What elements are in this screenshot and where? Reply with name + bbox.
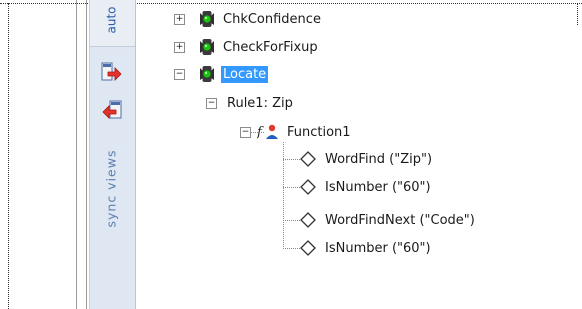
collapse-icon[interactable]: − — [240, 126, 251, 138]
node-label: Locate — [221, 65, 269, 83]
selection-frame-top — [0, 3, 582, 4]
tree-node-locate[interactable]: − Locate — [174, 63, 269, 85]
arrow-left-icon — [102, 100, 122, 119]
arrow-right-icon — [101, 62, 122, 81]
collapse-icon[interactable]: − — [206, 97, 217, 109]
tree-connector — [283, 187, 300, 188]
panel-divider — [76, 0, 77, 309]
auto-tab[interactable]: auto — [90, 0, 135, 47]
tree-node-call[interactable]: IsNumber ("60") — [300, 176, 433, 198]
tree-node-chkconfidence[interactable]: + ChkConfidence — [174, 8, 323, 30]
tree-connector — [283, 159, 300, 160]
tree-connector — [251, 132, 264, 133]
tree-node-rule1[interactable]: − Rule1: Zip — [206, 92, 295, 114]
tree-node-checkforfixup[interactable]: + CheckForFixup — [174, 36, 320, 58]
node-label: ChkConfidence — [223, 11, 321, 27]
expand-icon[interactable]: + — [174, 41, 185, 53]
traffic-light-icon — [200, 39, 214, 55]
tree-node-call[interactable]: WordFindNext ("Code") — [300, 209, 477, 231]
diamond-icon — [300, 240, 316, 256]
node-label: WordFindNext ("Code") — [325, 212, 475, 228]
node-label: Rule1: Zip — [227, 95, 293, 111]
diamond-icon — [300, 179, 316, 195]
tree-connector — [283, 220, 300, 221]
selection-frame-right — [577, 3, 578, 25]
collapse-icon[interactable]: − — [174, 68, 185, 80]
traffic-light-icon — [200, 66, 214, 82]
sync-back-button[interactable] — [100, 100, 124, 120]
traffic-light-icon — [200, 11, 214, 27]
sync-forward-button[interactable] — [100, 62, 124, 82]
selection-frame-left — [8, 3, 9, 309]
diamond-icon — [300, 212, 316, 228]
tree-node-call[interactable]: WordFind ("Zip") — [300, 148, 434, 170]
node-label: CheckForFixup — [223, 39, 318, 55]
node-label: IsNumber ("60") — [325, 179, 431, 195]
node-label: IsNumber ("60") — [325, 240, 431, 256]
sync-views-tab-label: sync views — [103, 149, 119, 227]
tree-node-call[interactable]: IsNumber ("60") — [300, 237, 433, 259]
diamond-icon — [300, 151, 316, 167]
node-label: Function1 — [287, 124, 351, 140]
auto-tab-label: auto — [104, 6, 119, 34]
sync-views-tab[interactable]: sync views — [100, 128, 122, 248]
expand-icon[interactable]: + — [174, 13, 185, 25]
panel-divider — [86, 0, 87, 309]
side-toolstrip: auto sync views — [89, 0, 136, 309]
node-label: WordFind ("Zip") — [325, 151, 433, 167]
tree-connector — [283, 248, 300, 249]
